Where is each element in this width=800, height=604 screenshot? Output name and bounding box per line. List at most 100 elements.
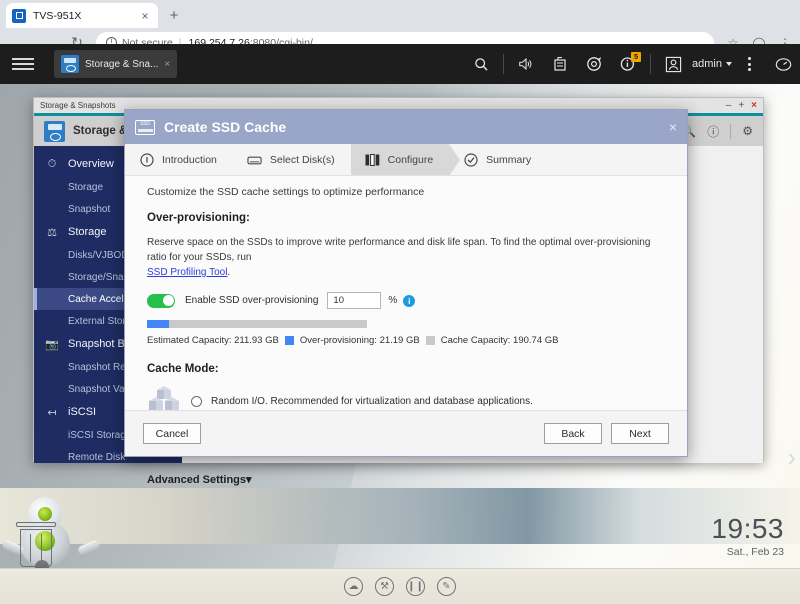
dialog-body: Customize the SSD cache settings to opti… bbox=[125, 176, 687, 486]
iscsi-icon: ↤ bbox=[47, 406, 57, 419]
back-button[interactable]: Back bbox=[544, 423, 602, 444]
next-button[interactable]: Next bbox=[611, 423, 669, 444]
edit-icon[interactable]: ✎ bbox=[437, 577, 456, 596]
sidebar-group-label: iSCSI bbox=[68, 406, 97, 418]
browser-tabstrip: TVS-951X × + bbox=[0, 0, 800, 28]
help-icon[interactable]: ⓘ bbox=[707, 123, 719, 140]
taskbar-item-storage-snapshots[interactable]: Storage & Sna... × bbox=[54, 50, 178, 78]
over-provisioning-control-row: Enable SSD over-provisioning % i bbox=[147, 292, 669, 309]
over-provisioning-percent-input[interactable] bbox=[327, 292, 382, 309]
taskbar-item-label: Storage & Sna... bbox=[85, 58, 159, 70]
tools-icon[interactable]: ⚒ bbox=[375, 577, 394, 596]
wizard-steps: Introduction Select Disk(s) Configure Su… bbox=[125, 144, 687, 176]
search-icon[interactable] bbox=[464, 44, 498, 84]
wizard-step-label: Configure bbox=[387, 153, 434, 166]
tab-favicon-icon bbox=[12, 8, 26, 23]
sidebar-item-label: Disks/VJBOD bbox=[68, 249, 129, 261]
cancel-button[interactable]: Cancel bbox=[143, 423, 201, 444]
enable-over-provisioning-label: Enable SSD over-provisioning bbox=[185, 295, 319, 306]
wizard-step-label: Select Disk(s) bbox=[269, 153, 335, 166]
random-io-label: Random I/O. Recommended for virtualizati… bbox=[211, 395, 533, 407]
qnap-desktop: › 19:53 Sat., Feb 23 ☁ ⚒ ❙❙ ✎ Storage & … bbox=[0, 84, 800, 604]
storage-snapshots-icon bbox=[44, 120, 65, 142]
capacity-bar bbox=[147, 320, 367, 328]
cache-mode-heading: Cache Mode: bbox=[147, 363, 219, 375]
desktop-dock: ☁ ⚒ ❙❙ ✎ bbox=[0, 568, 800, 604]
over-provisioning-legend-label: Over-provisioning: 21.19 GB bbox=[299, 335, 420, 346]
create-ssd-cache-dialog: Create SSD Cache × Introduction Select D… bbox=[124, 109, 688, 486]
cloud-icon[interactable]: ☁ bbox=[344, 577, 363, 596]
ssd-profiling-tool-link[interactable]: SSD Profiling Tool bbox=[147, 267, 227, 278]
wizard-step-label: Introduction bbox=[162, 153, 217, 166]
cache-capacity-legend-label: Cache Capacity: 190.74 GB bbox=[440, 335, 559, 346]
info-icon[interactable]: i bbox=[403, 294, 416, 307]
dialog-footer: Cancel Back Next bbox=[125, 410, 687, 456]
over-provisioning-heading: Over-provisioning: bbox=[147, 212, 250, 224]
kebab-menu-icon[interactable] bbox=[732, 44, 766, 84]
sidebar-item-label: Snapshot Rep bbox=[68, 361, 132, 373]
over-provisioning-description: Reserve space on the SSDs to improve wri… bbox=[147, 235, 669, 280]
clock-time: 19:53 bbox=[711, 513, 784, 544]
estimated-capacity-label: Estimated Capacity: 211.93 GB bbox=[147, 335, 279, 346]
wizard-step-select-disks[interactable]: Select Disk(s) bbox=[233, 144, 351, 175]
clock-date: Sat., Feb 23 bbox=[726, 546, 784, 558]
over-provisioning-swatch bbox=[284, 336, 294, 345]
sidebar-group-label: Overview bbox=[68, 158, 114, 170]
sliders-icon bbox=[365, 152, 380, 167]
sidebar-item-label: Cache Accele bbox=[68, 293, 130, 305]
disk-icon bbox=[247, 152, 262, 167]
tab-title: TVS-951X bbox=[33, 9, 82, 22]
sidebar-item-label: Storage bbox=[68, 181, 104, 193]
dialog-title: Create SSD Cache bbox=[164, 119, 287, 135]
browser-tab[interactable]: TVS-951X × bbox=[6, 3, 158, 28]
external-devices-icon[interactable] bbox=[577, 44, 611, 84]
sidebar-item-label: External Stora bbox=[68, 315, 132, 327]
divider bbox=[650, 54, 652, 74]
dashboard-icon[interactable] bbox=[766, 44, 800, 84]
info-circle-icon bbox=[139, 152, 154, 167]
dialog-close-icon[interactable]: × bbox=[669, 120, 677, 134]
random-io-radio[interactable] bbox=[191, 395, 202, 407]
divider bbox=[503, 54, 505, 74]
trash-icon[interactable] bbox=[14, 522, 58, 568]
taskbar-item-close-icon[interactable]: × bbox=[164, 59, 170, 70]
qnap-topbar: Storage & Sna... × 5 admin bbox=[0, 44, 800, 84]
divider bbox=[730, 123, 732, 139]
tab-close-icon[interactable]: × bbox=[138, 9, 152, 23]
window-minimize-button[interactable]: – bbox=[726, 100, 732, 111]
camera-icon: 📷 bbox=[45, 338, 59, 351]
next-page-chevron-icon[interactable]: › bbox=[787, 442, 796, 473]
description-text: Reserve space on the SSDs to improve wri… bbox=[147, 237, 651, 263]
settings-gear-icon[interactable]: ⚙ bbox=[742, 124, 753, 138]
screen: TVS-951X × + ← → ↻ Not secure | 169.254.… bbox=[0, 0, 800, 604]
window-maximize-button[interactable]: + bbox=[738, 100, 744, 111]
wizard-step-configure[interactable]: Configure bbox=[339, 144, 460, 176]
admin-label[interactable]: admin bbox=[692, 58, 722, 70]
cache-capacity-swatch bbox=[425, 336, 435, 345]
database-icon: ⚖ bbox=[47, 226, 57, 239]
link-suffix: . bbox=[227, 267, 231, 278]
hamburger-menu-icon[interactable] bbox=[12, 58, 46, 70]
enable-over-provisioning-toggle[interactable] bbox=[147, 293, 175, 308]
percent-unit-label: % bbox=[388, 295, 398, 306]
advanced-settings-toggle[interactable]: Advanced Settings▾ bbox=[147, 473, 669, 486]
app-title: Storage & bbox=[73, 125, 128, 137]
background-tasks-icon[interactable] bbox=[543, 44, 577, 84]
capacity-bar-fill bbox=[147, 320, 169, 328]
notifications-icon[interactable]: 5 bbox=[611, 44, 645, 84]
user-icon[interactable] bbox=[656, 44, 690, 84]
wizard-step-label: Summary bbox=[486, 153, 532, 166]
dialog-titlebar: Create SSD Cache × bbox=[125, 110, 687, 144]
dialog-subtitle: Customize the SSD cache settings to opti… bbox=[147, 186, 425, 198]
sidebar-group-label: Storage bbox=[68, 226, 107, 238]
wizard-step-summary[interactable]: Summary bbox=[449, 144, 547, 175]
gauge-icon: ⏱ bbox=[47, 157, 57, 170]
window-close-button[interactable]: × bbox=[751, 100, 757, 111]
volume-icon[interactable] bbox=[509, 44, 543, 84]
sidebar-item-label: Snapshot Vau bbox=[68, 383, 131, 395]
wizard-step-introduction[interactable]: Introduction bbox=[125, 144, 233, 175]
pause-icon[interactable]: ❙❙ bbox=[406, 577, 425, 596]
new-tab-button[interactable]: + bbox=[164, 6, 184, 26]
browser-chrome: TVS-951X × + ← → ↻ Not secure | 169.254.… bbox=[0, 0, 800, 57]
desktop-clock: 19:53 Sat., Feb 23 bbox=[711, 513, 784, 559]
